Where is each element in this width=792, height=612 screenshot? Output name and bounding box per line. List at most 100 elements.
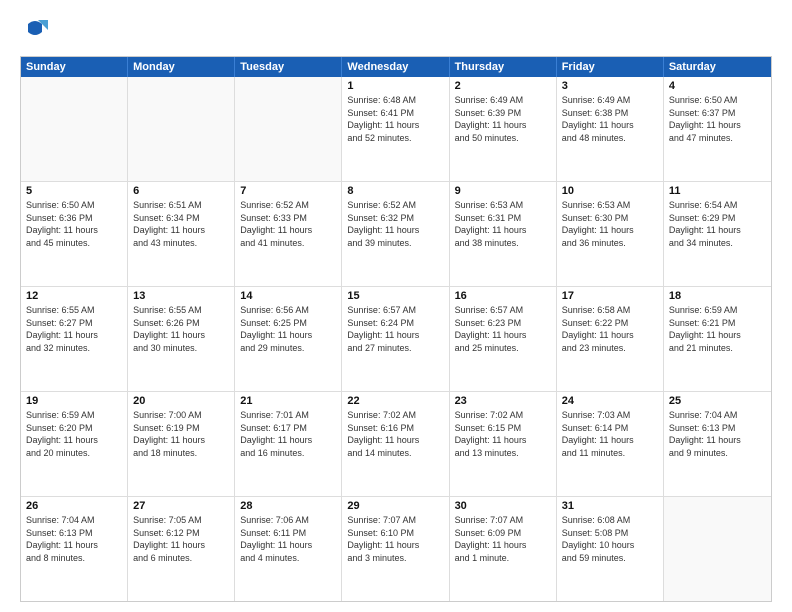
day-number: 5	[26, 185, 122, 197]
day-content: Sunrise: 7:07 AMSunset: 6:10 PMDaylight:…	[347, 514, 443, 564]
day-number: 8	[347, 185, 443, 197]
day-number: 3	[562, 80, 658, 92]
day-number: 10	[562, 185, 658, 197]
header-day-wednesday: Wednesday	[342, 57, 449, 77]
calendar-cell-29: 29 Sunrise: 7:07 AMSunset: 6:10 PMDayligh…	[342, 497, 449, 601]
calendar-cell-31: 31 Sunrise: 6:08 AMSunset: 5:08 PMDayligh…	[557, 497, 664, 601]
day-number: 15	[347, 290, 443, 302]
calendar-cell-24: 24 Sunrise: 7:03 AMSunset: 6:14 PMDayligh…	[557, 392, 664, 496]
calendar-cell-1: 1Sunrise: 6:48 AMSunset: 6:41 PMDaylight…	[342, 77, 449, 181]
calendar-cell-19: 19 Sunrise: 6:59 AMSunset: 6:20 PMDayligh…	[21, 392, 128, 496]
day-number: 24	[562, 395, 658, 407]
calendar-header: SundayMondayTuesdayWednesdayThursdayFrid…	[21, 57, 771, 77]
calendar-cell-30: 30 Sunrise: 7:07 AMSunset: 6:09 PMDayligh…	[450, 497, 557, 601]
calendar-cell-empty	[21, 77, 128, 181]
calendar-cell-20: 20Sunrise: 7:00 AMSunset: 6:19 PMDayligh…	[128, 392, 235, 496]
day-content: Sunrise: 6:53 AMSunset: 6:31 PMDaylight:…	[455, 199, 551, 249]
day-content: Sunrise: 6:59 AMSunset: 6:21 PMDaylight:…	[669, 304, 766, 354]
calendar-cell-11: 11 Sunrise: 6:54 AMSunset: 6:29 PMDayligh…	[664, 182, 771, 286]
day-number: 7	[240, 185, 336, 197]
calendar-cell-16: 16 Sunrise: 6:57 AMSunset: 6:23 PMDayligh…	[450, 287, 557, 391]
day-number: 22	[347, 395, 443, 407]
day-number: 16	[455, 290, 551, 302]
day-number: 13	[133, 290, 229, 302]
calendar: SundayMondayTuesdayWednesdayThursdayFrid…	[20, 56, 772, 602]
day-content: Sunrise: 6:54 AMSunset: 6:29 PMDaylight:…	[669, 199, 766, 249]
day-number: 20	[133, 395, 229, 407]
calendar-cell-7: 7 Sunrise: 6:52 AMSunset: 6:33 PMDaylight…	[235, 182, 342, 286]
day-number: 1	[347, 80, 443, 92]
day-number: 29	[347, 500, 443, 512]
day-number: 18	[669, 290, 766, 302]
header-day-tuesday: Tuesday	[235, 57, 342, 77]
calendar-row-4: 26Sunrise: 7:04 AMSunset: 6:13 PMDayligh…	[21, 497, 771, 601]
calendar-cell-25: 25 Sunrise: 7:04 AMSunset: 6:13 PMDayligh…	[664, 392, 771, 496]
day-content: Sunrise: 6:50 AMSunset: 6:37 PMDaylight:…	[669, 94, 766, 144]
day-number: 2	[455, 80, 551, 92]
day-content: Sunrise: 6:08 AMSunset: 5:08 PMDaylight:…	[562, 514, 658, 564]
day-content: Sunrise: 7:01 AMSunset: 6:17 PMDaylight:…	[240, 409, 336, 459]
day-number: 23	[455, 395, 551, 407]
calendar-cell-28: 28Sunrise: 7:06 AMSunset: 6:11 PMDayligh…	[235, 497, 342, 601]
day-content: Sunrise: 6:51 AMSunset: 6:34 PMDaylight:…	[133, 199, 229, 249]
calendar-row-2: 12Sunrise: 6:55 AMSunset: 6:27 PMDayligh…	[21, 287, 771, 392]
calendar-body: 1Sunrise: 6:48 AMSunset: 6:41 PMDaylight…	[21, 77, 771, 601]
day-number: 19	[26, 395, 122, 407]
day-content: Sunrise: 7:02 AMSunset: 6:16 PMDaylight:…	[347, 409, 443, 459]
calendar-cell-6: 6 Sunrise: 6:51 AMSunset: 6:34 PMDaylight…	[128, 182, 235, 286]
day-content: Sunrise: 6:49 AMSunset: 6:39 PMDaylight:…	[455, 94, 551, 144]
day-number: 31	[562, 500, 658, 512]
calendar-cell-10: 10 Sunrise: 6:53 AMSunset: 6:30 PMDayligh…	[557, 182, 664, 286]
calendar-cell-empty	[128, 77, 235, 181]
page-header	[20, 16, 772, 46]
header-day-monday: Monday	[128, 57, 235, 77]
calendar-cell-8: 8Sunrise: 6:52 AMSunset: 6:32 PMDaylight…	[342, 182, 449, 286]
day-content: Sunrise: 6:58 AMSunset: 6:22 PMDaylight:…	[562, 304, 658, 354]
calendar-cell-22: 22 Sunrise: 7:02 AMSunset: 6:16 PMDayligh…	[342, 392, 449, 496]
calendar-row-1: 5 Sunrise: 6:50 AMSunset: 6:36 PMDaylight…	[21, 182, 771, 287]
day-content: Sunrise: 6:52 AMSunset: 6:33 PMDaylight:…	[240, 199, 336, 249]
calendar-cell-15: 15 Sunrise: 6:57 AMSunset: 6:24 PMDayligh…	[342, 287, 449, 391]
calendar-cell-empty	[235, 77, 342, 181]
day-content: Sunrise: 7:04 AMSunset: 6:13 PMDaylight:…	[669, 409, 766, 459]
calendar-cell-26: 26Sunrise: 7:04 AMSunset: 6:13 PMDayligh…	[21, 497, 128, 601]
day-content: Sunrise: 6:56 AMSunset: 6:25 PMDaylight:…	[240, 304, 336, 354]
day-content: Sunrise: 6:57 AMSunset: 6:23 PMDaylight:…	[455, 304, 551, 354]
calendar-cell-18: 18 Sunrise: 6:59 AMSunset: 6:21 PMDayligh…	[664, 287, 771, 391]
day-content: Sunrise: 6:55 AMSunset: 6:26 PMDaylight:…	[133, 304, 229, 354]
day-content: Sunrise: 6:59 AMSunset: 6:20 PMDaylight:…	[26, 409, 122, 459]
day-number: 30	[455, 500, 551, 512]
day-content: Sunrise: 7:05 AMSunset: 6:12 PMDaylight:…	[133, 514, 229, 564]
day-number: 6	[133, 185, 229, 197]
header-day-saturday: Saturday	[664, 57, 771, 77]
day-content: Sunrise: 7:07 AMSunset: 6:09 PMDaylight:…	[455, 514, 551, 564]
calendar-cell-13: 13 Sunrise: 6:55 AMSunset: 6:26 PMDayligh…	[128, 287, 235, 391]
day-content: Sunrise: 6:53 AMSunset: 6:30 PMDaylight:…	[562, 199, 658, 249]
day-number: 14	[240, 290, 336, 302]
calendar-row-3: 19 Sunrise: 6:59 AMSunset: 6:20 PMDayligh…	[21, 392, 771, 497]
calendar-cell-27: 27 Sunrise: 7:05 AMSunset: 6:12 PMDayligh…	[128, 497, 235, 601]
day-content: Sunrise: 7:02 AMSunset: 6:15 PMDaylight:…	[455, 409, 551, 459]
logo	[20, 16, 54, 46]
day-content: Sunrise: 6:49 AMSunset: 6:38 PMDaylight:…	[562, 94, 658, 144]
day-number: 27	[133, 500, 229, 512]
day-content: Sunrise: 7:03 AMSunset: 6:14 PMDaylight:…	[562, 409, 658, 459]
day-number: 28	[240, 500, 336, 512]
calendar-cell-14: 14 Sunrise: 6:56 AMSunset: 6:25 PMDayligh…	[235, 287, 342, 391]
calendar-cell-23: 23 Sunrise: 7:02 AMSunset: 6:15 PMDayligh…	[450, 392, 557, 496]
calendar-cell-2: 2 Sunrise: 6:49 AMSunset: 6:39 PMDaylight…	[450, 77, 557, 181]
day-number: 17	[562, 290, 658, 302]
day-content: Sunrise: 7:04 AMSunset: 6:13 PMDaylight:…	[26, 514, 122, 564]
day-number: 9	[455, 185, 551, 197]
calendar-cell-3: 3 Sunrise: 6:49 AMSunset: 6:38 PMDaylight…	[557, 77, 664, 181]
day-number: 11	[669, 185, 766, 197]
calendar-cell-21: 21Sunrise: 7:01 AMSunset: 6:17 PMDayligh…	[235, 392, 342, 496]
day-number: 25	[669, 395, 766, 407]
day-content: Sunrise: 6:50 AMSunset: 6:36 PMDaylight:…	[26, 199, 122, 249]
day-content: Sunrise: 6:57 AMSunset: 6:24 PMDaylight:…	[347, 304, 443, 354]
day-number: 4	[669, 80, 766, 92]
calendar-cell-5: 5 Sunrise: 6:50 AMSunset: 6:36 PMDaylight…	[21, 182, 128, 286]
calendar-row-0: 1Sunrise: 6:48 AMSunset: 6:41 PMDaylight…	[21, 77, 771, 182]
header-day-friday: Friday	[557, 57, 664, 77]
calendar-cell-17: 17 Sunrise: 6:58 AMSunset: 6:22 PMDayligh…	[557, 287, 664, 391]
